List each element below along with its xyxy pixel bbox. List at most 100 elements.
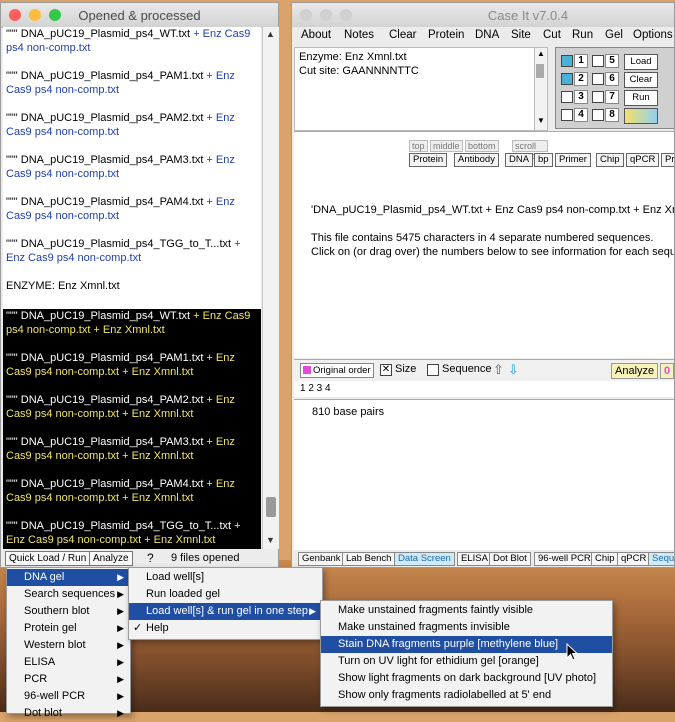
menu-item-load-wells[interactable]: Load well[s] [129, 569, 322, 586]
list-item[interactable]: """ DNA_pUC19_Plasmid_ps4_PAM2.txt + Enz… [6, 111, 260, 139]
tab-middle[interactable]: middle [430, 140, 463, 152]
mouse-cursor-icon [566, 643, 579, 661]
original-order-button[interactable]: Original order [300, 363, 374, 378]
lane-4-checkbox[interactable] [561, 109, 573, 121]
info-scrollbar[interactable]: ▲ ▼ [534, 47, 548, 131]
tab-dot-blot[interactable]: Dot Blot [489, 552, 531, 566]
tab-top[interactable]: top [409, 140, 428, 152]
lane-7-checkbox[interactable] [592, 91, 604, 103]
tab-elisa[interactable]: ELISA [457, 552, 492, 566]
list-item[interactable]: """ DNA_pUC19_Plasmid_ps4_WT.txt + Enz C… [6, 27, 260, 55]
tab-genbank[interactable]: Genbank [298, 552, 345, 566]
sequence-checkbox[interactable] [427, 364, 439, 376]
sequence-numbers[interactable]: 1 2 3 4 [300, 383, 331, 394]
menu-item-southern-blot[interactable]: Southern blot ▶ [7, 603, 130, 620]
tab-qpcr[interactable]: qPCR [626, 153, 660, 167]
analyze-button[interactable]: Analyze [89, 551, 133, 566]
scroll-thumb[interactable] [536, 64, 544, 78]
gel-color-button[interactable] [624, 108, 658, 124]
lane-6-number: 6 [605, 72, 619, 86]
clear-button[interactable]: Clear [624, 72, 658, 88]
menu-cut[interactable]: Cut [543, 29, 561, 41]
menu-item-invisible[interactable]: Make unstained fragments invisible [321, 619, 612, 636]
lane-1-checkbox[interactable] [561, 55, 573, 67]
lane-6-checkbox[interactable] [592, 73, 604, 85]
quick-load-run-button[interactable]: Quick Load / Run [5, 551, 91, 566]
lane-8-checkbox[interactable] [592, 109, 604, 121]
tab-chip[interactable]: Chip [596, 153, 624, 167]
tab-96-well-pcr[interactable]: 96-well PCR [534, 552, 595, 566]
tab-data-screen[interactable]: Data Screen [394, 552, 455, 566]
tab-primer[interactable]: Primer [555, 153, 591, 167]
menu-site[interactable]: Site [511, 29, 531, 41]
arrow-up-icon[interactable]: ⇧ [493, 362, 504, 378]
left-title-bar: Opened & processed [1, 3, 278, 28]
tab-sequence[interactable]: Seque [648, 552, 674, 566]
tab-bp[interactable]: bp [534, 153, 553, 167]
menu-item-elisa[interactable]: ELISA ▶ [7, 654, 130, 671]
list-item[interactable]: """ DNA_pUC19_Plasmid_ps4_PAM1.txt + Enz… [6, 69, 260, 97]
menu-item-pcr[interactable]: PCR ▶ [7, 671, 130, 688]
menu-about[interactable]: About [301, 29, 331, 41]
menu-item-faintly-visible[interactable]: Make unstained fragments faintly visible [321, 602, 612, 619]
menu-item-96-well-pcr[interactable]: 96-well PCR ▶ [7, 688, 130, 705]
list-item[interactable]: """ DNA_pUC19_Plasmid_ps4_PAM4.txt + Enz… [6, 195, 260, 223]
scroll-thumb[interactable] [266, 497, 276, 517]
size-checkbox[interactable]: ✕ [380, 364, 392, 376]
arrow-down-icon[interactable]: ⇩ [508, 362, 519, 378]
menu-item-dot-blot[interactable]: Dot blot ▶ [7, 705, 130, 722]
analyze-strip-button[interactable]: Analyze [611, 363, 659, 379]
menu-item-radiolabelled[interactable]: Show only fragments radiolabelled at 5' … [321, 687, 612, 704]
list-item[interactable]: """ DNA_pUC19_Plasmid_ps4_PAM4.txt + Enz… [6, 477, 260, 505]
original-order-label: Original order [313, 365, 371, 376]
menu-gel[interactable]: Gel [605, 29, 623, 41]
tab-antibody[interactable]: Antibody [454, 153, 499, 167]
menu-run[interactable]: Run [572, 29, 593, 41]
minimize-button[interactable] [320, 9, 332, 21]
menu-notes[interactable]: Notes [344, 29, 374, 41]
menu-options[interactable]: Options [633, 29, 673, 41]
scroll-up-icon[interactable]: ▲ [537, 49, 545, 58]
tab-chip[interactable]: Chip [591, 552, 619, 566]
tab-lab-bench[interactable]: Lab Bench [342, 552, 396, 566]
lane-2-checkbox[interactable] [561, 73, 573, 85]
menu-item-help[interactable]: ✓ Help [129, 620, 322, 637]
list-item[interactable]: """ DNA_pUC19_Plasmid_ps4_PAM2.txt + Enz… [6, 393, 260, 421]
run-button[interactable]: Run [624, 90, 658, 106]
list-item[interactable]: """ DNA_pUC19_Plasmid_ps4_PAM3.txt + Enz… [6, 435, 260, 463]
left-scrollbar[interactable]: ▲ ▼ [262, 27, 279, 549]
menu-item-dna-gel[interactable]: DNA gel ▶ [7, 569, 130, 586]
scroll-down-icon[interactable]: ▼ [266, 535, 275, 545]
file-list[interactable]: """ DNA_pUC19_Plasmid_ps4_WT.txt + Enz C… [3, 27, 261, 549]
list-item[interactable]: """ DNA_pUC19_Plasmid_ps4_WT.txt + Enz C… [6, 309, 260, 337]
list-item[interactable]: """ DNA_pUC19_Plasmid_ps4_TGG_to_T...txt… [6, 237, 260, 265]
tab-qpcr[interactable]: qPCR [617, 552, 651, 566]
menu-item-load-and-run[interactable]: Load well[s] & run gel in one step ▶ [129, 603, 322, 620]
tab-protein[interactable]: Protein [409, 153, 448, 167]
menu-item-search-sequences[interactable]: Search sequences ▶ [7, 586, 130, 603]
submenu-arrow-icon: ▶ [117, 657, 124, 667]
menu-item-protein-gel[interactable]: Protein gel ▶ [7, 620, 130, 637]
menu-clear[interactable]: Clear [389, 29, 416, 41]
list-item[interactable]: """ DNA_pUC19_Plasmid_ps4_PAM3.txt + Enz… [6, 153, 260, 181]
list-item[interactable]: """ DNA_pUC19_Plasmid_ps4_PAM1.txt + Enz… [6, 351, 260, 379]
load-button[interactable]: Load [624, 54, 658, 70]
lane-5-checkbox[interactable] [592, 55, 604, 67]
menu-item-run-loaded-gel[interactable]: Run loaded gel [129, 586, 322, 603]
menu-item-uv-photo[interactable]: Show light fragments on dark background … [321, 670, 612, 687]
tab-dna[interactable]: DNA [505, 153, 534, 167]
tab-pr[interactable]: Pr [661, 153, 674, 167]
menu-protein[interactable]: Protein [428, 29, 464, 41]
tab-scroll-buttons[interactable]: scroll buttons [512, 140, 548, 161]
scroll-up-icon[interactable]: ▲ [266, 29, 275, 39]
lane-3-checkbox[interactable] [561, 91, 573, 103]
close-button[interactable] [300, 9, 312, 21]
list-item[interactable]: """ DNA_pUC19_Plasmid_ps4_TGG_to_T...txt… [6, 519, 260, 547]
zero-button[interactable]: 0 [660, 363, 674, 379]
help-icon[interactable]: ? [147, 551, 154, 565]
scroll-down-icon[interactable]: ▼ [537, 116, 545, 125]
menu-item-western-blot[interactable]: Western blot ▶ [7, 637, 130, 654]
menu-dna[interactable]: DNA [475, 29, 499, 41]
zoom-button[interactable] [340, 9, 352, 21]
tab-bottom[interactable]: bottom [465, 140, 499, 152]
